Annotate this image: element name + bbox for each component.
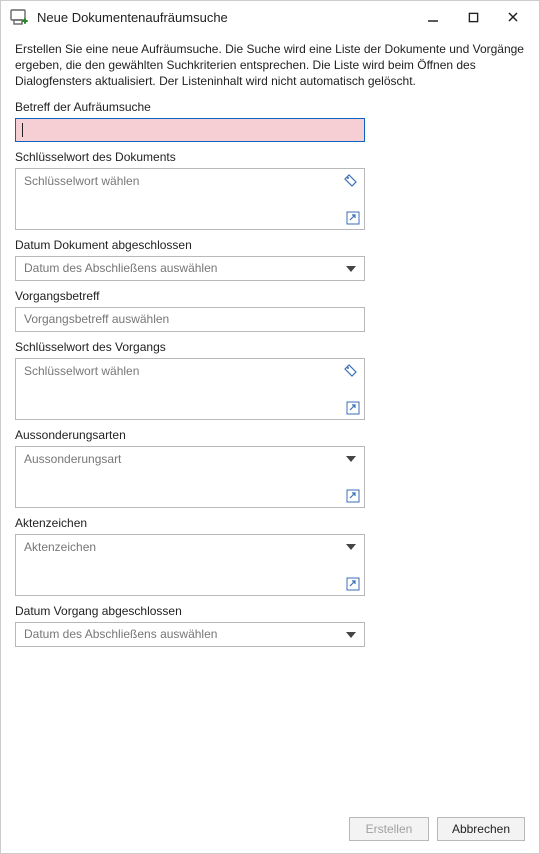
window-buttons bbox=[413, 3, 533, 31]
expand-icon[interactable] bbox=[346, 489, 360, 503]
doc-keyword-field[interactable]: Schlüsselwort wählen bbox=[15, 168, 365, 230]
expand-icon[interactable] bbox=[346, 577, 360, 591]
minimize-button[interactable] bbox=[413, 3, 453, 31]
create-button[interactable]: Erstellen bbox=[349, 817, 429, 841]
expand-icon[interactable] bbox=[346, 401, 360, 415]
case-subject-field[interactable]: Vorgangsbetreff auswählen bbox=[15, 307, 365, 332]
dialog-content: Erstellen Sie eine neue Aufräumsuche. Di… bbox=[1, 33, 539, 667]
disposal-types-field[interactable]: Aussonderungsart bbox=[15, 446, 365, 508]
case-closed-date-label: Datum Vorgang abgeschlossen bbox=[15, 604, 525, 618]
doc-keyword-label: Schlüsselwort des Dokuments bbox=[15, 150, 525, 164]
doc-keyword-placeholder: Schlüsselwort wählen bbox=[16, 169, 364, 193]
case-keyword-field[interactable]: Schlüsselwort wählen bbox=[15, 358, 365, 420]
file-ref-field[interactable]: Aktenzeichen bbox=[15, 534, 365, 596]
dialog-footer: Erstellen Abbrechen bbox=[349, 817, 525, 841]
chevron-down-icon bbox=[346, 544, 356, 550]
file-ref-label: Aktenzeichen bbox=[15, 516, 525, 530]
window-title: Neue Dokumentenaufräumsuche bbox=[37, 10, 413, 25]
case-closed-date-dropdown[interactable]: Datum des Abschließens auswählen bbox=[15, 622, 365, 647]
case-closed-date-placeholder: Datum des Abschließens auswählen bbox=[24, 627, 217, 641]
tag-icon bbox=[344, 364, 358, 378]
doc-closed-date-placeholder: Datum des Abschließens auswählen bbox=[24, 261, 217, 275]
disposal-types-label: Aussonderungsarten bbox=[15, 428, 525, 442]
case-subject-label: Vorgangsbetreff bbox=[15, 289, 525, 303]
disposal-types-placeholder: Aussonderungsart bbox=[16, 447, 364, 471]
maximize-button[interactable] bbox=[453, 3, 493, 31]
chevron-down-icon bbox=[346, 456, 356, 462]
description-text: Erstellen Sie eine neue Aufräumsuche. Di… bbox=[15, 41, 525, 90]
subject-input[interactable] bbox=[15, 118, 365, 142]
titlebar: Neue Dokumentenaufräumsuche bbox=[1, 1, 539, 33]
tag-icon bbox=[344, 174, 358, 188]
expand-icon[interactable] bbox=[346, 211, 360, 225]
cancel-button[interactable]: Abbrechen bbox=[437, 817, 525, 841]
case-keyword-placeholder: Schlüsselwort wählen bbox=[16, 359, 364, 383]
case-keyword-label: Schlüsselwort des Vorgangs bbox=[15, 340, 525, 354]
doc-closed-date-dropdown[interactable]: Datum des Abschließens auswählen bbox=[15, 256, 365, 281]
chevron-down-icon bbox=[346, 266, 356, 272]
case-subject-placeholder: Vorgangsbetreff auswählen bbox=[24, 312, 169, 326]
doc-closed-date-label: Datum Dokument abgeschlossen bbox=[15, 238, 525, 252]
text-caret bbox=[22, 123, 23, 137]
close-button[interactable] bbox=[493, 3, 533, 31]
chevron-down-icon bbox=[346, 632, 356, 638]
app-icon bbox=[9, 7, 29, 27]
subject-label: Betreff der Aufräumsuche bbox=[15, 100, 525, 114]
file-ref-placeholder: Aktenzeichen bbox=[16, 535, 364, 559]
